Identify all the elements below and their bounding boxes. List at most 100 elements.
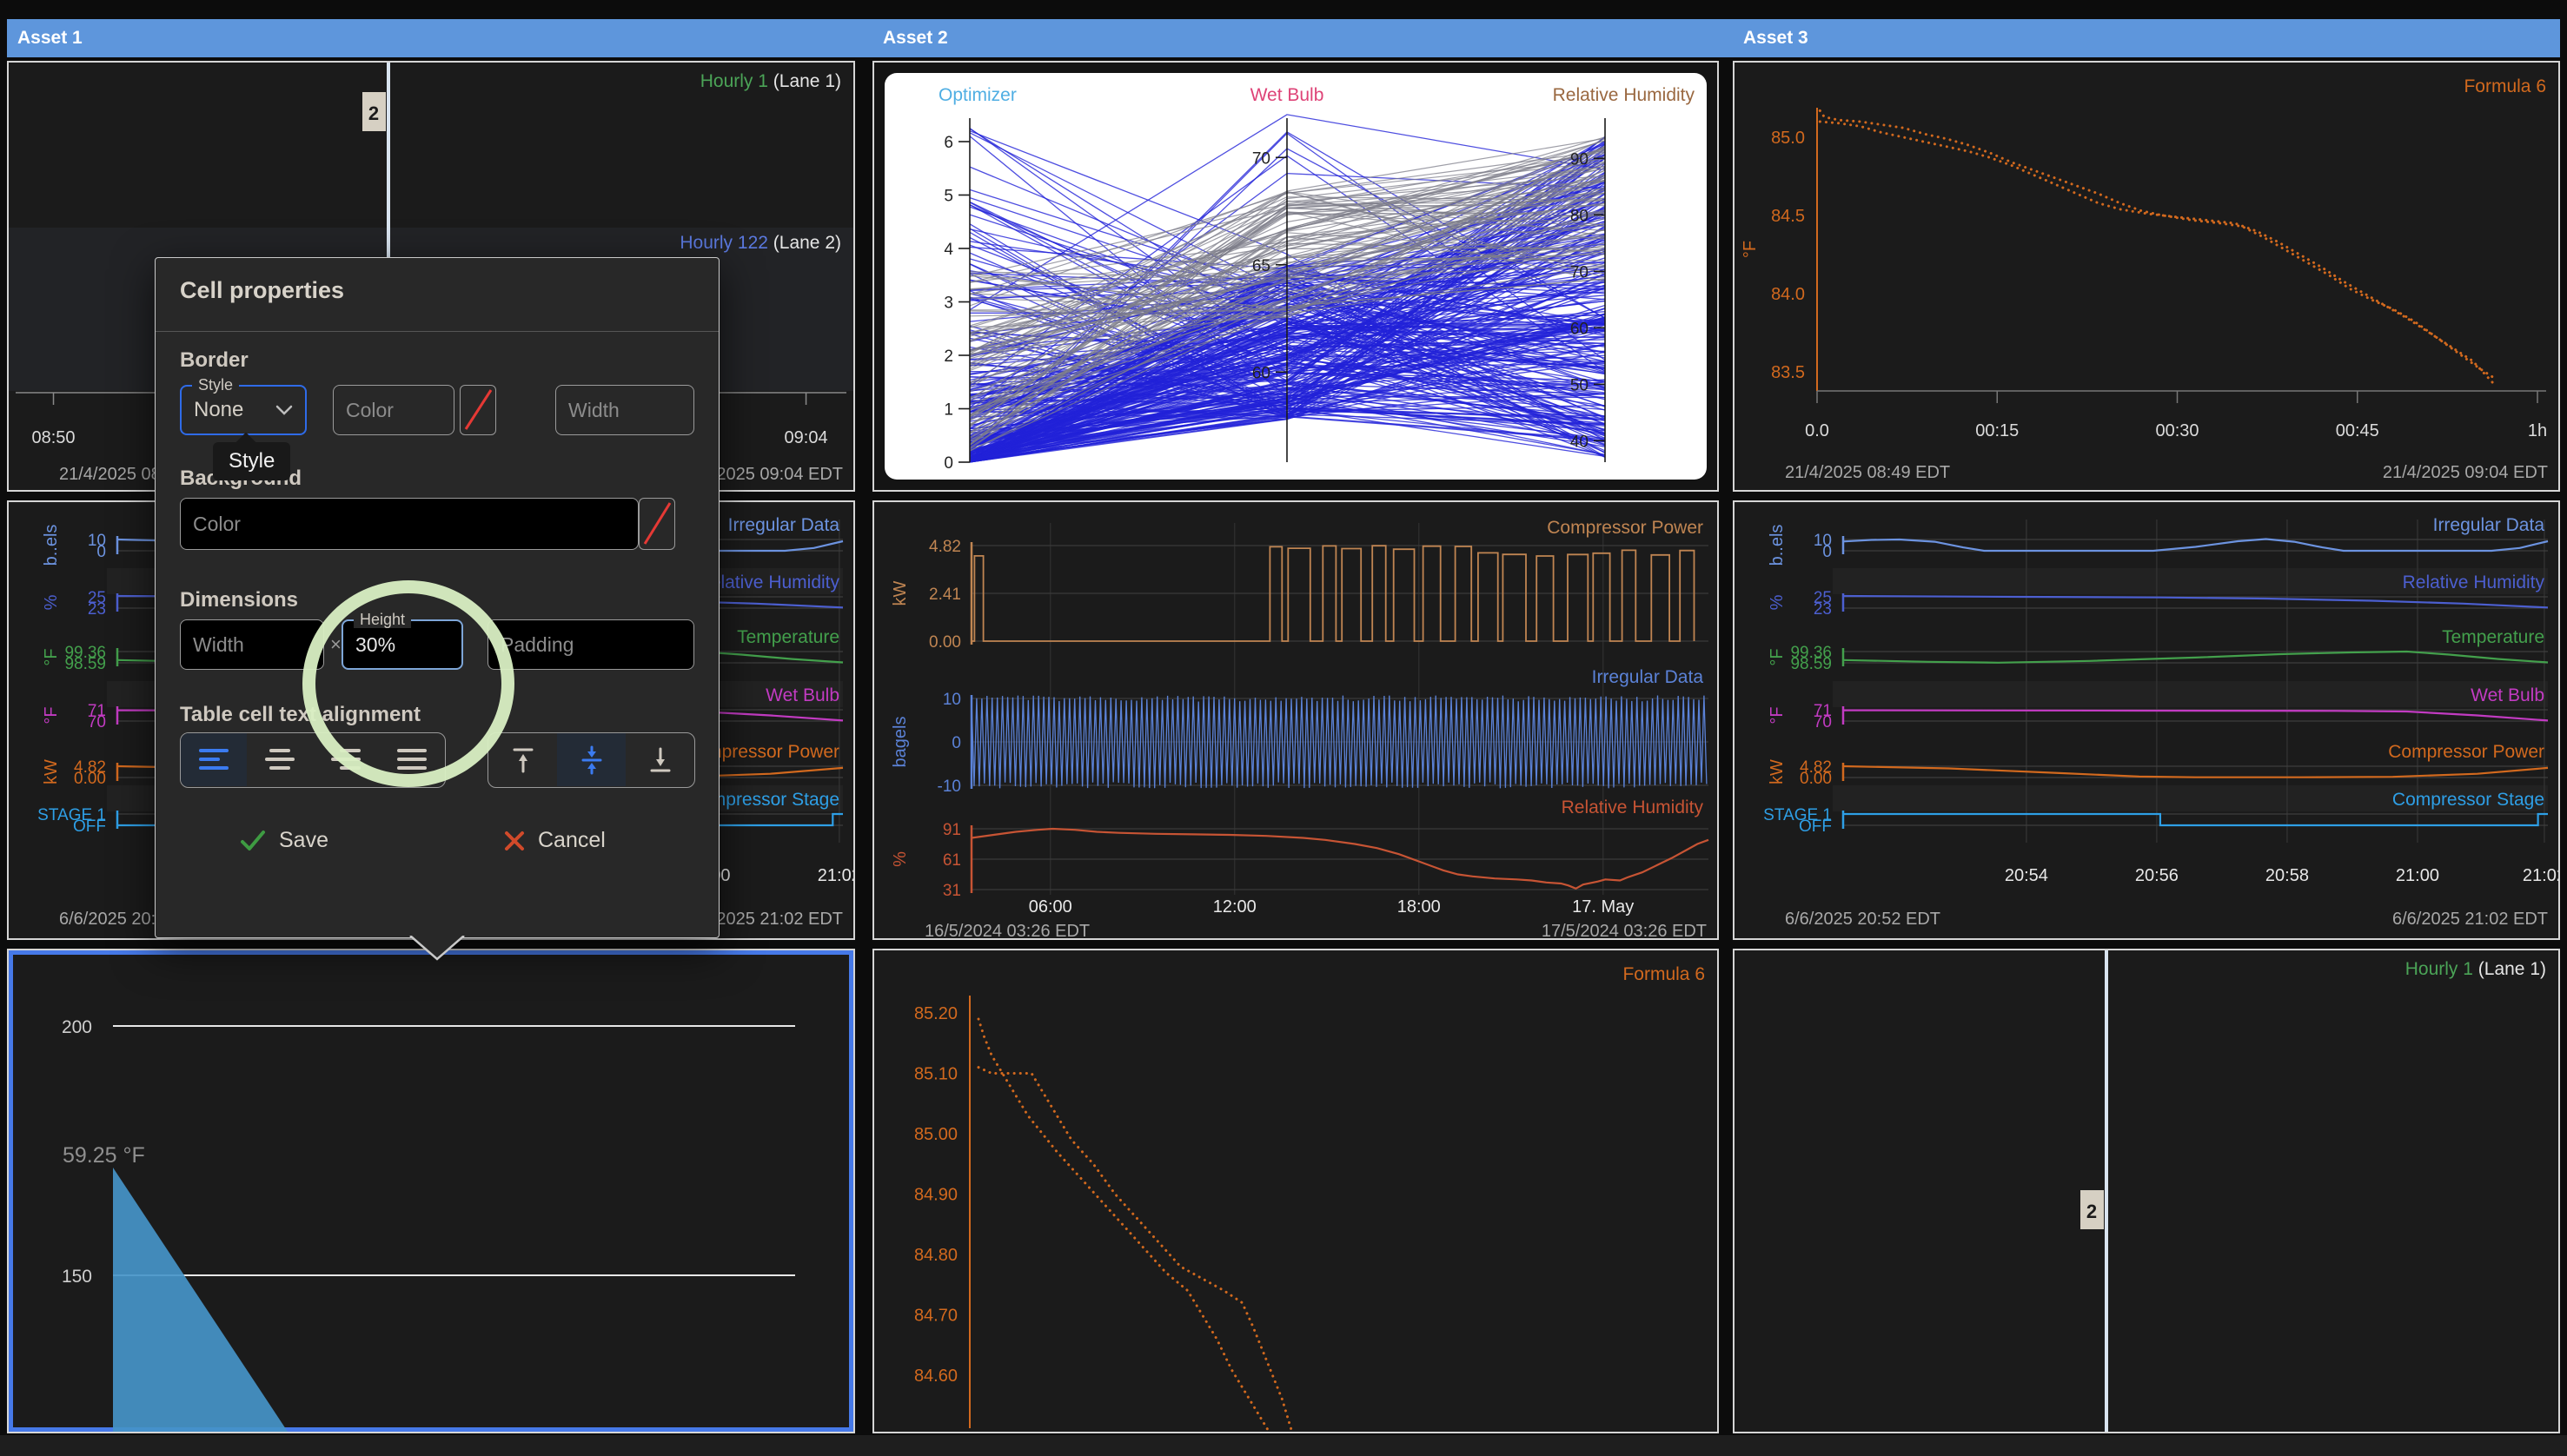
lane-unit: % bbox=[42, 594, 61, 610]
x-tick-label: 12:00 bbox=[1213, 897, 1257, 917]
border-style-value: None bbox=[194, 398, 243, 422]
y-tick-label: 0.00 bbox=[1800, 770, 1832, 788]
lane-title: Irregular Data bbox=[728, 515, 840, 535]
y-tick-label: 84.5 bbox=[1771, 207, 1805, 226]
cell-asset3-row2[interactable]: 100b..elsIrregular Data2523%Relative Hum… bbox=[1733, 500, 2560, 940]
x-tick-label: 08:50 bbox=[31, 428, 75, 447]
border-color-swatch[interactable] bbox=[460, 385, 496, 435]
x-tick-label: 1h bbox=[2528, 421, 2547, 440]
valign-top-button[interactable] bbox=[488, 733, 557, 786]
lane-title: Temperature bbox=[737, 627, 839, 647]
series-title: Formula 6 bbox=[2464, 76, 2546, 96]
lane-series-line bbox=[1843, 596, 2548, 607]
y-tick-label: 84.90 bbox=[914, 1186, 958, 1205]
cell-padding-input[interactable] bbox=[488, 620, 693, 669]
x-tick-label: 17. May bbox=[1572, 897, 1634, 917]
lane-unit: °F bbox=[1768, 706, 1787, 724]
align-center-icon bbox=[264, 748, 295, 772]
lane-unit: °F bbox=[42, 648, 61, 665]
y-tick-label: 98.59 bbox=[1790, 655, 1832, 673]
chevron-down-icon bbox=[275, 405, 293, 415]
border-style-select[interactable]: Style None bbox=[180, 385, 307, 435]
x-tick-label: 20:58 bbox=[2265, 866, 2309, 885]
valign-middle-button[interactable] bbox=[557, 733, 626, 786]
x-tick-label: 09:04 bbox=[785, 428, 828, 447]
lane-series-line bbox=[1843, 539, 2548, 552]
lane-unit: kW bbox=[891, 580, 910, 606]
asset2-row2-chart: 4.822.410.00kWCompressor Power100-10bage… bbox=[874, 502, 1717, 938]
align-left-icon bbox=[198, 748, 229, 772]
save-button[interactable]: Save bbox=[239, 828, 328, 853]
x-tick-label: 20:56 bbox=[2135, 866, 2179, 885]
y-tick-label: 85.00 bbox=[914, 1125, 958, 1144]
cell-asset2-row1[interactable]: 0123456Optimizer606570Wet Bulb4050607080… bbox=[872, 61, 1719, 492]
cell-asset3-row3[interactable]: 2Hourly 1 (Lane 1) bbox=[1733, 949, 2560, 1433]
axis-tick-label: 70 bbox=[1570, 263, 1589, 281]
align-left-button[interactable] bbox=[181, 733, 247, 786]
lane-title: Wet Bulb bbox=[2471, 685, 2544, 705]
dialog-divider bbox=[156, 331, 719, 332]
lane-unit: °F bbox=[42, 706, 61, 724]
lane-title: Wet Bulb bbox=[766, 685, 839, 705]
y-tick-label: 4.82 bbox=[929, 538, 961, 556]
axis-name-label: Relative Humidity bbox=[1553, 85, 1695, 105]
asset2-row1-chart: 0123456Optimizer606570Wet Bulb4050607080… bbox=[874, 63, 1717, 490]
border-color-field bbox=[333, 385, 454, 435]
x-tick-label: 00:30 bbox=[2155, 421, 2199, 440]
x-icon bbox=[503, 830, 526, 852]
valign-bottom-button[interactable] bbox=[626, 733, 694, 786]
background-color-input[interactable] bbox=[181, 499, 638, 549]
y-tick-label: 70 bbox=[1814, 713, 1832, 731]
y-tick-label: 98.59 bbox=[64, 655, 106, 673]
tab-asset-3[interactable]: Asset 3 bbox=[1735, 19, 2560, 57]
date-range-start: 6/6/2025 20:52 EDT bbox=[1785, 910, 1940, 929]
align-center-button[interactable] bbox=[247, 733, 313, 786]
axis-tick-label: 2 bbox=[944, 347, 953, 366]
y-tick-label: 0.00 bbox=[929, 633, 961, 652]
value-annotation: 59.25 °F bbox=[63, 1143, 145, 1168]
cell-asset3-row1[interactable]: Formula 6°F85.084.584.083.50.000:1500:30… bbox=[1733, 61, 2560, 492]
tab-asset-1[interactable]: Asset 1 bbox=[9, 19, 855, 57]
cell-width-field bbox=[180, 619, 324, 670]
cell-height-input[interactable] bbox=[343, 621, 461, 668]
dialog-pointer bbox=[409, 936, 465, 962]
y-tick-label: 23 bbox=[1814, 600, 1832, 619]
cell-padding-field bbox=[488, 619, 694, 670]
align-justify-button[interactable] bbox=[379, 733, 445, 786]
dialog-title: Cell properties bbox=[180, 277, 344, 304]
align-right-button[interactable] bbox=[313, 733, 379, 786]
lane-unit: b..els bbox=[42, 525, 61, 566]
dimensions-separator: × bbox=[330, 633, 342, 656]
bottom-strip bbox=[0, 1435, 2567, 1456]
save-label: Save bbox=[279, 828, 328, 853]
axis-tick-label: 90 bbox=[1570, 150, 1589, 169]
cell-height-field: Height bbox=[342, 619, 463, 670]
y-tick-label: 23 bbox=[88, 600, 106, 619]
tab-asset-2[interactable]: Asset 2 bbox=[874, 19, 1719, 57]
axis-tick-label: 40 bbox=[1570, 433, 1589, 451]
axis-tick-label: 5 bbox=[944, 188, 953, 206]
y-tick-label: 85.20 bbox=[914, 1004, 958, 1023]
asset-header-bar: Asset 1 Asset 2 Asset 3 bbox=[7, 19, 2560, 57]
background-color-swatch[interactable] bbox=[639, 498, 675, 550]
y-tick-label: -10 bbox=[938, 778, 961, 796]
lane-unit: °F bbox=[1768, 648, 1787, 665]
cell-asset2-row2[interactable]: 4.822.410.00kWCompressor Power100-10bage… bbox=[872, 500, 1719, 940]
tooltip-text: Style bbox=[229, 449, 275, 473]
y-tick-label: OFF bbox=[1799, 817, 1832, 836]
y-tick-label: 84.80 bbox=[914, 1246, 958, 1265]
y-tick-label: 91 bbox=[943, 821, 961, 839]
border-color-input[interactable] bbox=[334, 386, 454, 434]
border-width-input[interactable] bbox=[556, 386, 693, 434]
lane-title: Relative Humidity bbox=[2403, 572, 2545, 592]
vertical-align-group bbox=[488, 732, 695, 788]
horizontal-align-group bbox=[180, 732, 446, 788]
y-tick-label: 31 bbox=[943, 882, 961, 900]
cancel-button[interactable]: Cancel bbox=[503, 828, 606, 853]
cell-asset1-row3[interactable]: 20015059.25 °F bbox=[7, 949, 855, 1433]
cell-asset2-row3[interactable]: Formula 685.2085.1085.0084.9084.8084.708… bbox=[872, 949, 1719, 1433]
dotted-series bbox=[1820, 110, 2494, 378]
lane-series-line bbox=[1843, 711, 2548, 721]
height-label: Height bbox=[354, 611, 411, 628]
cell-width-input[interactable] bbox=[181, 620, 323, 669]
